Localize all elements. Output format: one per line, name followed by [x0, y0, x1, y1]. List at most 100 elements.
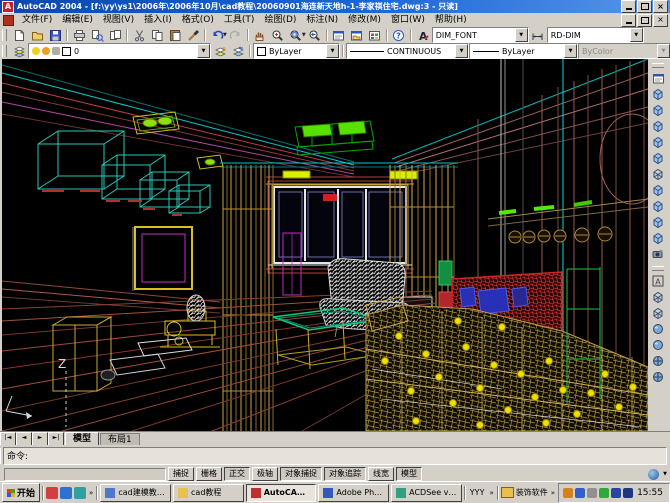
- menu-dimension[interactable]: 标注(N): [301, 13, 343, 27]
- toolbar-grip[interactable]: [652, 266, 664, 271]
- make-object-layer-current-icon[interactable]: [211, 44, 229, 59]
- lock-icon[interactable]: [52, 47, 60, 55]
- tray-2-icon[interactable]: [575, 487, 586, 498]
- ne-isometric-view-icon[interactable]: [650, 214, 667, 230]
- top-view-icon[interactable]: [650, 86, 667, 102]
- chevron-down-icon[interactable]: ▼: [197, 44, 210, 58]
- tray-6-icon[interactable]: [623, 487, 634, 498]
- back-view-icon[interactable]: [650, 166, 667, 182]
- tray-4-icon[interactable]: [599, 487, 610, 498]
- sw-isometric-view-icon[interactable]: [650, 182, 667, 198]
- properties-icon[interactable]: [330, 28, 348, 43]
- minimize-button[interactable]: [621, 0, 636, 13]
- dim-style-icon[interactable]: [529, 28, 547, 43]
- tab-nav-3[interactable]: ►|: [48, 432, 64, 446]
- tab-nav-1[interactable]: ◄: [16, 432, 32, 446]
- tray-1-icon[interactable]: [563, 487, 574, 498]
- document-icon[interactable]: [3, 14, 14, 26]
- language-chevron[interactable]: »: [488, 489, 494, 497]
- zoom-previous-icon[interactable]: [306, 28, 324, 43]
- toolbar-grip[interactable]: [652, 63, 664, 68]
- linetype-combo[interactable]: CONTINUOUS ▼: [346, 43, 469, 59]
- bulb-icon[interactable]: [32, 47, 40, 55]
- save-icon[interactable]: [46, 28, 64, 43]
- menu-modify[interactable]: 修改(M): [343, 13, 386, 27]
- menu-format[interactable]: 格式(O): [177, 13, 219, 27]
- dim-style-combo[interactable]: RD-DIM ▼: [546, 27, 644, 43]
- status-toggle-lwt[interactable]: 线宽: [368, 467, 394, 481]
- menu-edit[interactable]: 编辑(E): [57, 13, 98, 27]
- front-view-icon[interactable]: [650, 150, 667, 166]
- nw-isometric-view-icon[interactable]: [650, 230, 667, 246]
- right-view-icon[interactable]: [650, 134, 667, 150]
- named-views-icon[interactable]: [650, 70, 667, 86]
- 2d-wireframe-icon[interactable]: A: [650, 273, 667, 289]
- plot-preview-icon[interactable]: [88, 28, 106, 43]
- status-toggle-ortho[interactable]: 正交: [224, 467, 250, 481]
- open-icon[interactable]: [28, 28, 46, 43]
- menu-view[interactable]: 视图(V): [98, 13, 139, 27]
- status-toggle-snap[interactable]: 捕捉: [168, 467, 194, 481]
- language-indicator[interactable]: YYY: [468, 488, 487, 497]
- command-window[interactable]: 命令:: [0, 445, 670, 467]
- taskbar-window-cad-tutorial-folder[interactable]: cad教程: [173, 483, 244, 502]
- taskbar-window-autocad[interactable]: AutoCAD 200...: [245, 483, 317, 502]
- gouraud-shaded-edges-icon[interactable]: [650, 369, 667, 385]
- menu-tools[interactable]: 工具(T): [219, 13, 260, 27]
- redo-icon[interactable]: [227, 28, 245, 43]
- menu-window[interactable]: 窗口(W): [386, 13, 430, 27]
- tray-5-icon[interactable]: [611, 487, 622, 498]
- pan-realtime-icon[interactable]: [251, 28, 269, 43]
- bottom-view-icon[interactable]: [650, 102, 667, 118]
- copy-icon[interactable]: [148, 28, 166, 43]
- tab-nav-2[interactable]: ►: [32, 432, 48, 446]
- toolbar-chevron[interactable]: »: [550, 489, 556, 497]
- new-icon[interactable]: [10, 28, 28, 43]
- desktop-toolbar-label[interactable]: 装饰软件: [516, 487, 548, 498]
- status-tray-chevron-icon[interactable]: ▼: [663, 471, 667, 477]
- tool-palettes-icon[interactable]: [366, 28, 384, 43]
- lineweight-combo[interactable]: ByLayer ▼: [469, 43, 578, 59]
- doc-close-button[interactable]: ×: [653, 13, 668, 27]
- restore-button[interactable]: [637, 0, 652, 13]
- flat-shaded-edges-icon[interactable]: [650, 353, 667, 369]
- camera-icon[interactable]: [650, 246, 667, 262]
- quicklaunch-2-icon[interactable]: [60, 486, 73, 499]
- menu-insert[interactable]: 插入(I): [139, 13, 177, 27]
- toolbar-grip[interactable]: [2, 45, 7, 57]
- status-toggle-osnap[interactable]: 对象捕捉: [280, 467, 322, 481]
- toolbar-grip[interactable]: [2, 29, 7, 41]
- tab-model[interactable]: 模型: [65, 432, 100, 446]
- communication-center-icon[interactable]: [648, 468, 660, 480]
- plot-icon[interactable]: [70, 28, 88, 43]
- chevron-down-icon[interactable]: ▼: [514, 28, 528, 42]
- flat-shaded-icon[interactable]: [650, 321, 667, 337]
- layer-properties-manager-icon[interactable]: [10, 44, 28, 59]
- text-style-combo[interactable]: DIM_FONT ▼: [431, 27, 529, 43]
- layer-combo[interactable]: 0 ▼: [28, 43, 211, 59]
- quicklaunch-1-icon[interactable]: [46, 486, 59, 499]
- chevron-down-icon[interactable]: ▼: [326, 44, 339, 58]
- quicklaunch-chevron[interactable]: »: [88, 489, 94, 497]
- drawing-canvas[interactable]: Z: [2, 59, 648, 431]
- zoom-realtime-icon[interactable]: [269, 28, 287, 43]
- left-view-icon[interactable]: [650, 118, 667, 134]
- taskbar-window-acdsee[interactable]: ACDSee v3.1...: [391, 483, 462, 502]
- command-prompt[interactable]: 命令:: [3, 447, 667, 465]
- 3d-wireframe-icon[interactable]: [650, 289, 667, 305]
- tray-3-icon[interactable]: [587, 487, 598, 498]
- publish-icon[interactable]: [106, 28, 124, 43]
- status-toggle-model[interactable]: 模型: [396, 467, 422, 481]
- designcenter-icon[interactable]: [348, 28, 366, 43]
- se-isometric-view-icon[interactable]: [650, 198, 667, 214]
- start-button[interactable]: 开始: [2, 483, 41, 502]
- chevron-down-icon[interactable]: ▼: [629, 28, 643, 42]
- menu-draw[interactable]: 绘图(D): [259, 13, 301, 27]
- text-style-icon[interactable]: A: [414, 28, 432, 43]
- sun-icon[interactable]: [42, 47, 50, 55]
- chevron-down-icon[interactable]: ▼: [564, 44, 577, 58]
- status-toggle-grid[interactable]: 栅格: [196, 467, 222, 481]
- match-properties-icon[interactable]: [184, 28, 202, 43]
- color-combo[interactable]: ByLayer ▼: [253, 43, 340, 59]
- help-icon[interactable]: ?: [390, 28, 408, 43]
